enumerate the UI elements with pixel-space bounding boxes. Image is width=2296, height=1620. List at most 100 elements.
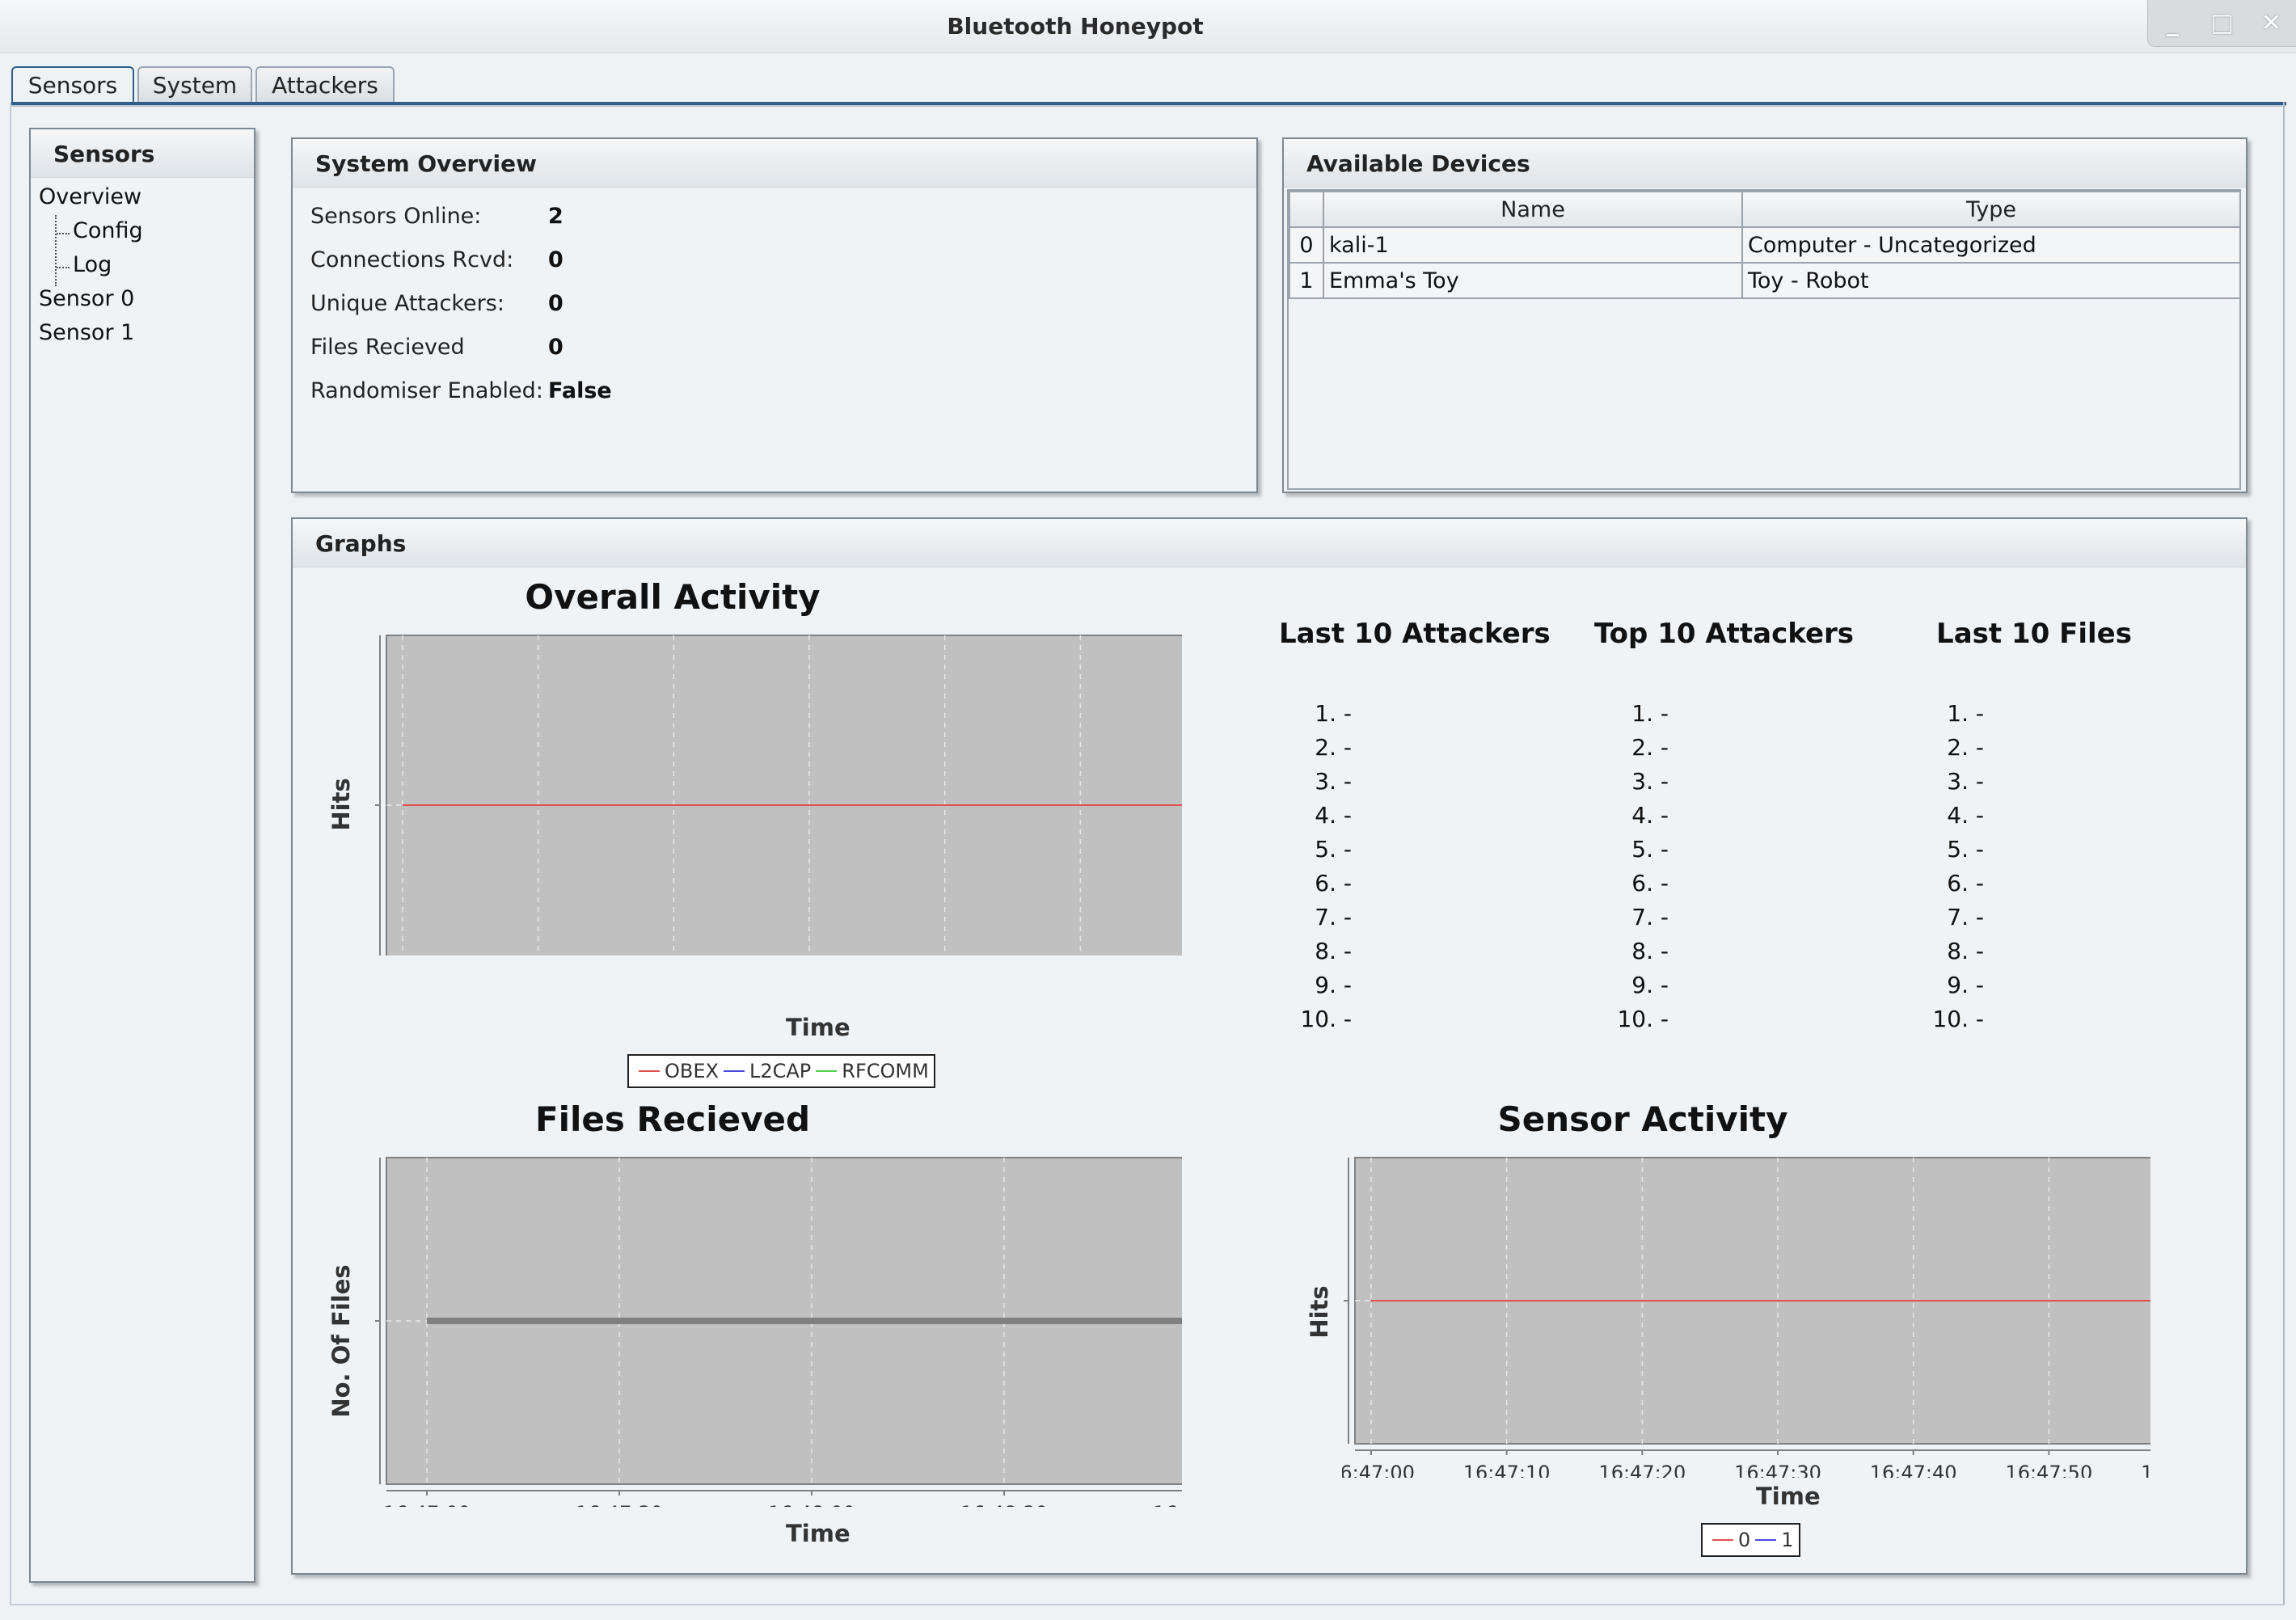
legend-sensor: 0 1 [1701, 1523, 1800, 1557]
overview-label-files: Files Recieved [310, 335, 465, 360]
list-item: 1. - [1631, 700, 1669, 727]
available-devices-panel: Available Devices Name Type 0 kali-1 Com… [1282, 137, 2247, 493]
legend-label-rfcomm: RFCOMM [842, 1060, 929, 1082]
table-header-row: Name Type [1289, 191, 2241, 228]
y-axis-label-overall: Hits [327, 778, 355, 831]
x-tick-label: 16:47:30 [576, 1502, 663, 1507]
graphs-header: Graphs [293, 519, 2246, 567]
y-axis-label-sensor: Hits [1306, 1285, 1333, 1339]
column-header-name[interactable]: Name [1323, 191, 1743, 228]
list-item: 10. - [1300, 1006, 1352, 1032]
tab-system[interactable]: System [137, 66, 252, 103]
overview-label-connections: Connections Rcvd: [310, 247, 514, 272]
overview-value-connections: 0 [548, 247, 563, 272]
overview-label-sensors-online: Sensors Online: [310, 204, 482, 229]
tree-item-overview[interactable]: Overview [39, 184, 141, 209]
list-item: 8. - [1631, 938, 1669, 964]
list-item: 4. - [1631, 802, 1669, 829]
list-item: 2. - [1631, 734, 1669, 761]
list-item: 2. - [1315, 734, 1352, 761]
list-item: 3. - [1315, 768, 1352, 795]
legend-swatch-rfcomm [816, 1070, 838, 1072]
list-item: 7. - [1947, 904, 1984, 930]
tree-connector [55, 215, 57, 286]
legend-label-l2cap: L2CAP [749, 1060, 812, 1082]
tab-attackers[interactable]: Attackers [255, 66, 395, 103]
list-item: 10. - [1932, 1006, 1984, 1032]
plot-area [386, 635, 1182, 956]
list-item: 5. - [1631, 836, 1669, 863]
legend-label-obex: OBEX [665, 1060, 719, 1082]
column-header-type[interactable]: Type [1741, 191, 2241, 228]
list-item: 9. - [1315, 972, 1352, 998]
tree-item-log[interactable]: Log [73, 252, 112, 277]
chart-title-overall: Overall Activity [525, 577, 821, 617]
column-header-index[interactable] [1289, 191, 1324, 228]
list-title-last-attackers: Last 10 Attackers [1279, 618, 1551, 650]
list-item: 10. - [1617, 1006, 1669, 1032]
minimize-icon[interactable]: _ [2148, 0, 2197, 46]
list-item: 8. - [1947, 938, 1984, 964]
list-item: 4. - [1947, 802, 1984, 829]
table-cell-type: Toy - Robot [1741, 262, 2241, 299]
y-axis-label-files: No. Of Files [327, 1264, 355, 1418]
list-title-top-attackers: Top 10 Attackers [1594, 618, 1855, 650]
legend-swatch-sensor-0 [1712, 1539, 1733, 1541]
chart-title-sensor: Sensor Activity [1497, 1099, 1788, 1139]
graphs-panel: Graphs Overall Activity Hits 16:47:0016:… [291, 517, 2247, 1575]
list-item: 9. - [1947, 972, 1984, 998]
x-axis-label-files: Time [786, 1520, 850, 1547]
system-overview-panel: System Overview Sensors Online: 2 Connec… [291, 137, 1258, 493]
list-item: 7. - [1315, 904, 1352, 930]
tab-sensors[interactable]: Sensors [11, 66, 134, 105]
overview-value-files: 0 [548, 335, 563, 360]
table-cell-type: Computer - Uncategorized [1741, 226, 2241, 264]
last-files-list: 1. - 2. - 3. - 4. - 5. - 6. - 7. - 8. - 9. - 10. … [1927, 697, 2024, 1036]
chart-sensor: 16:47:00 16:47:10 16:47:20 16:47:30 16:47:40… [1342, 1157, 2150, 1478]
table-row[interactable]: 1 Emma's Toy Toy - Robot [1289, 262, 2241, 299]
list-item: 5. - [1947, 836, 1984, 863]
frame-right [2283, 102, 2285, 1605]
legend-label-sensor-1: 1 [1781, 1529, 1794, 1551]
list-item: 6. - [1631, 870, 1669, 896]
maximize-icon[interactable]: □ [2197, 0, 2247, 46]
tree-connector [57, 267, 70, 268]
x-tick-label: 16:48:00 [2141, 1462, 2150, 1478]
overview-value-randomiser: False [548, 378, 612, 403]
window-controls: _ □ ✕ [2147, 0, 2296, 47]
window-title: Bluetooth Honeypot [947, 13, 1204, 40]
chart-overall: 16:47:0016:47:1016:47:2016:47:3016:47:40… [375, 635, 1182, 956]
list-item: 2. - [1947, 734, 1984, 761]
list-item: 3. - [1947, 768, 1984, 795]
close-icon[interactable]: ✕ [2247, 0, 2296, 46]
tree-item-config[interactable]: Config [73, 218, 143, 243]
overview-value-sensors-online: 2 [548, 204, 563, 229]
table-cell-index: 1 [1289, 262, 1324, 299]
list-item: 6. - [1315, 870, 1352, 896]
legend-swatch-l2cap [723, 1070, 745, 1072]
legend-swatch-sensor-1 [1755, 1539, 1777, 1541]
tree-item-sensor-0[interactable]: Sensor 0 [39, 286, 134, 311]
legend-overall: OBEX L2CAP RFCOMM [627, 1054, 935, 1088]
x-tick-label: 16:47:40 [1870, 1462, 1957, 1478]
x-tick-label: 16:49:00 [1153, 1502, 1182, 1507]
frame-left [10, 102, 11, 1605]
overview-label-unique-attackers: Unique Attackers: [310, 291, 504, 316]
sensors-panel: Sensors Overview Config Log Sensor 0 Sen… [29, 128, 255, 1583]
tree-connector [57, 233, 70, 234]
list-item: 5. - [1315, 836, 1352, 863]
table-cell-name: Emma's Toy [1323, 262, 1743, 299]
legend-label-sensor-0: 0 [1738, 1529, 1751, 1551]
chart-title-files: Files Recieved [534, 1099, 811, 1139]
list-item: 1. - [1315, 700, 1352, 727]
x-axis-label-overall: Time [786, 1014, 850, 1041]
devices-table: Name Type 0 kali-1 Computer - Uncategori… [1289, 191, 2241, 299]
available-devices-header: Available Devices [1284, 139, 2246, 188]
x-tick-label: 16:47:20 [1598, 1462, 1686, 1478]
legend-swatch-obex [639, 1070, 660, 1072]
overview-label-randomiser: Randomiser Enabled: [310, 378, 543, 403]
tree-item-sensor-1[interactable]: Sensor 1 [39, 320, 134, 345]
x-tick-label: 16:47:50 [2005, 1462, 2092, 1478]
table-row[interactable]: 0 kali-1 Computer - Uncategorized [1289, 226, 2241, 264]
list-item: 3. - [1631, 768, 1669, 795]
